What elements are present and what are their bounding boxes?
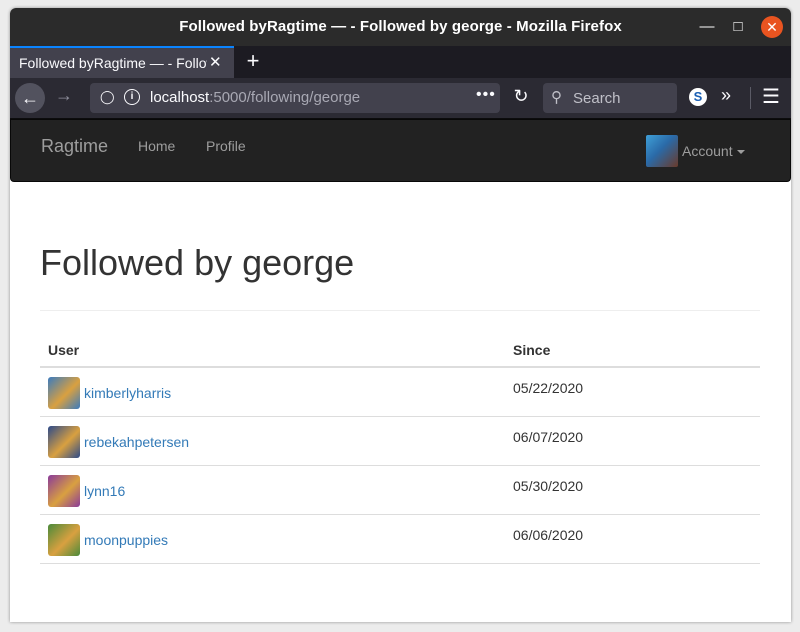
browser-window: Followed byRagtime — - Followed by georg… [10, 8, 791, 622]
forward-arrow-icon[interactable]: → [52, 85, 76, 106]
window-titlebar: Followed byRagtime — - Followed by georg… [10, 8, 791, 46]
username-link[interactable]: rebekahpetersen [84, 434, 189, 450]
user-avatar[interactable] [48, 377, 80, 409]
page-title: Followed by george [40, 242, 355, 283]
user-avatar[interactable] [48, 426, 80, 458]
tab-label: Followed byRagtime — - Followed by georg… [19, 55, 207, 71]
user-avatar[interactable] [48, 475, 80, 507]
nav-profile-link[interactable]: Profile [206, 138, 246, 154]
new-tab-icon[interactable]: + [242, 48, 264, 74]
url-text[interactable]: localhost:5000/following/george [150, 89, 360, 106]
back-arrow-icon[interactable]: ← [15, 83, 45, 113]
maximize-icon[interactable]: □ [727, 16, 749, 38]
reload-icon[interactable]: ↻ [510, 86, 532, 107]
caret-down-icon [736, 150, 745, 155]
url-host: localhost [150, 89, 210, 106]
user-avatar[interactable] [48, 524, 80, 556]
extension-icon[interactable]: S [689, 88, 707, 106]
brand-link[interactable]: Ragtime [41, 136, 108, 157]
username-link[interactable]: moonpuppies [84, 532, 168, 548]
table-row: rebekahpetersen 06/07/2020 [40, 417, 760, 466]
nav-home-link[interactable]: Home [138, 138, 175, 154]
account-avatar[interactable] [646, 135, 678, 167]
window-title: Followed byRagtime — - Followed by georg… [179, 18, 622, 35]
search-icon: ⚲ [551, 89, 562, 106]
username-link[interactable]: kimberlyharris [84, 385, 171, 401]
username-link[interactable]: lynn16 [84, 483, 125, 499]
column-header-since: Since [513, 342, 551, 358]
url-path: :5000/following/george [209, 89, 361, 106]
table-row: lynn16 05/30/2020 [40, 466, 760, 515]
minimize-icon[interactable]: — [696, 16, 718, 38]
since-date: 06/07/2020 [513, 429, 584, 445]
since-date: 05/22/2020 [513, 380, 584, 396]
table-header: User Since [40, 329, 760, 368]
overflow-menu-icon[interactable]: » [721, 85, 731, 106]
page-content: Ragtime Home Profile Account Followed by… [10, 119, 791, 622]
tab-active[interactable]: Followed byRagtime — - Followed by georg… [10, 46, 234, 78]
table-row: moonpuppies 06/06/2020 [40, 515, 760, 564]
shield-icon[interactable]: ◯ [100, 89, 115, 105]
app-navbar: Ragtime Home Profile Account [10, 119, 791, 182]
account-dropdown[interactable]: Account [682, 143, 745, 159]
title-divider [40, 310, 760, 311]
tab-close-icon[interactable]: ✕ [209, 53, 222, 71]
toolbar-divider [750, 87, 751, 109]
since-date: 06/06/2020 [513, 527, 584, 543]
page-actions-icon[interactable]: ••• [476, 86, 496, 104]
tab-bar: Followed byRagtime — - Followed by georg… [10, 46, 791, 78]
column-header-user: User [48, 342, 80, 358]
table-row: kimberlyharris 05/22/2020 [40, 368, 760, 417]
close-window-icon[interactable]: ✕ [761, 16, 783, 38]
browser-toolbar: ← → ◯ i localhost:5000/following/george … [10, 78, 791, 119]
since-date: 05/30/2020 [513, 478, 584, 494]
followed-table: User Since kimberlyharris 05/22/2020 reb… [40, 329, 760, 564]
account-label: Account [682, 143, 733, 159]
search-input[interactable]: ⚲ Search [543, 83, 677, 113]
hamburger-menu-icon[interactable]: ☰ [762, 84, 780, 109]
url-bar[interactable]: ◯ i localhost:5000/following/george ••• [90, 83, 500, 113]
search-placeholder: Search [573, 90, 621, 107]
info-icon[interactable]: i [124, 89, 140, 105]
